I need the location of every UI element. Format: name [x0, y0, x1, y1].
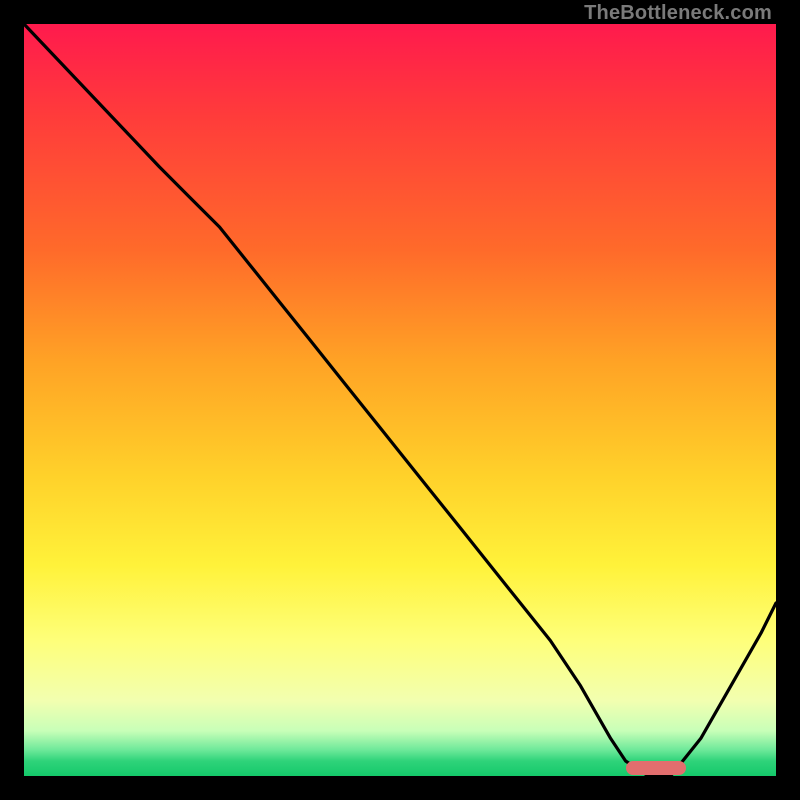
heat-gradient — [24, 24, 776, 776]
optimal-range-marker — [626, 761, 686, 775]
chart-canvas: TheBottleneck.com — [0, 0, 800, 800]
watermark-label: TheBottleneck.com — [584, 2, 772, 25]
plot-area — [24, 24, 776, 776]
